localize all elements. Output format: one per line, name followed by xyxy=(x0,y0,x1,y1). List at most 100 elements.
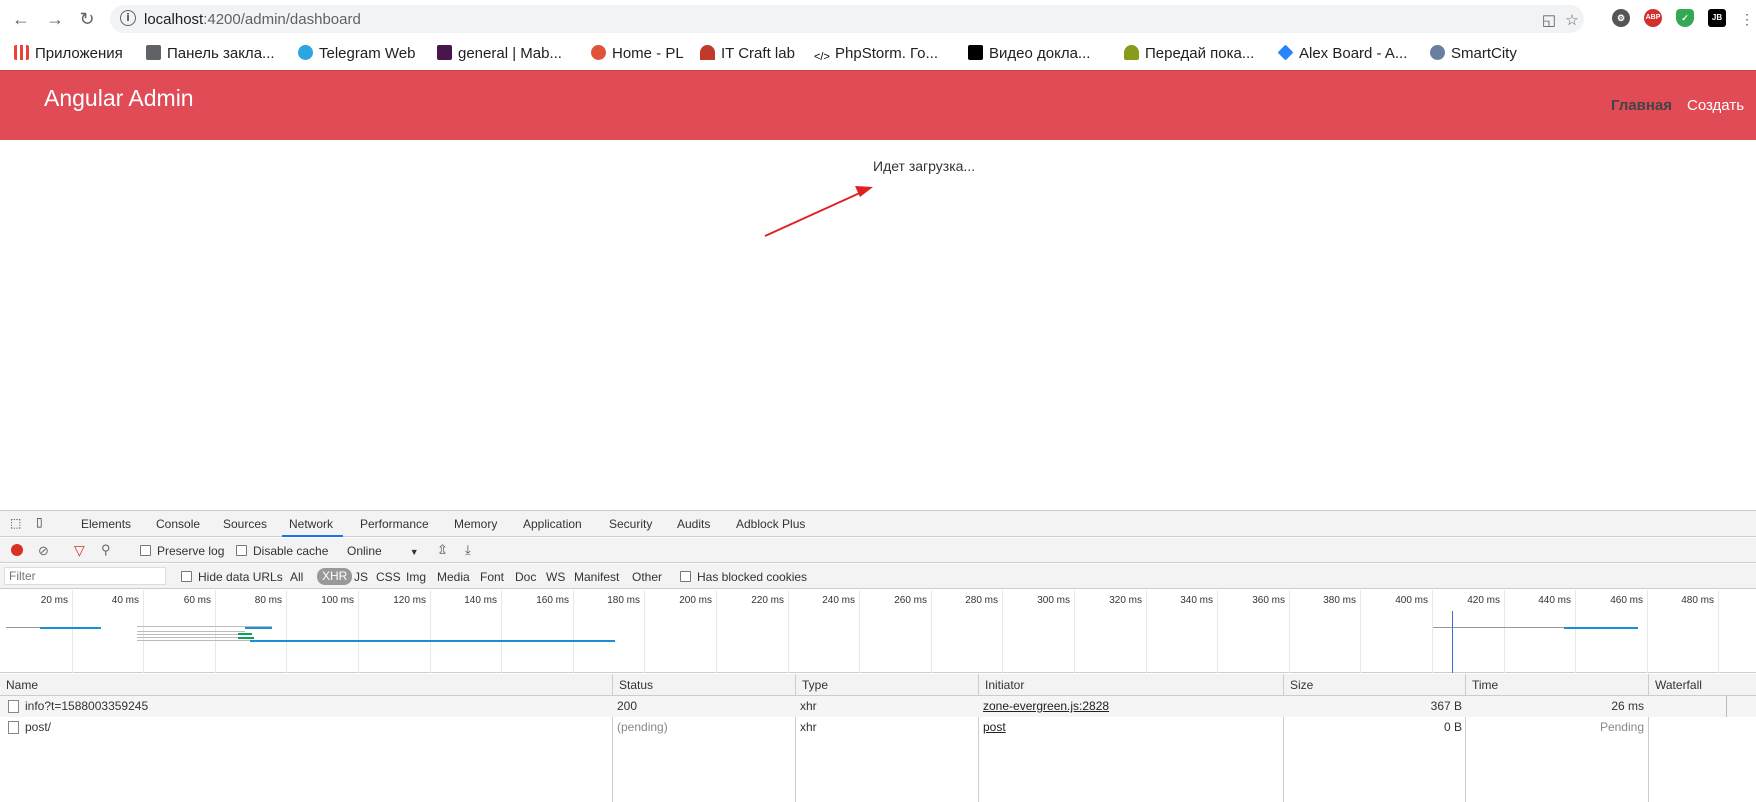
filter-type-xhr[interactable]: XHR xyxy=(317,568,353,585)
import-har-icon[interactable]: ⇫ xyxy=(437,542,448,558)
inspect-element-icon[interactable]: ⬚ xyxy=(10,516,21,530)
column-header-type[interactable]: Type xyxy=(796,674,979,696)
checkbox-box[interactable] xyxy=(140,545,151,556)
address-bar[interactable]: i localhost:4200/admin/dashboard ◱ ☆ xyxy=(110,5,1584,33)
network-requests-table: Name Status Type Initiator Size Time Wat… xyxy=(0,674,1756,802)
timeline-tick-label: 20 ms xyxy=(40,595,68,606)
filter-type-img[interactable]: Img xyxy=(406,570,426,584)
bookmark-alexboard[interactable]: Alex Board - A... xyxy=(1277,44,1407,64)
forward-icon[interactable]: → xyxy=(44,8,66,30)
column-divider[interactable] xyxy=(1465,674,1466,802)
disable-cache-checkbox[interactable]: Disable cache xyxy=(236,544,328,558)
filter-type-font[interactable]: Font xyxy=(480,570,504,584)
request-name[interactable]: info?t=1588003359245 xyxy=(25,699,148,713)
device-toggle-icon[interactable]: ▯ xyxy=(36,515,43,529)
tab-application[interactable]: Application xyxy=(523,517,582,531)
bookmark-general[interactable]: general | Mab... xyxy=(437,44,562,64)
table-row[interactable]: info?t=1588003359245 200 xhr zone-evergr… xyxy=(0,696,1756,717)
request-name[interactable]: post/ xyxy=(25,720,51,734)
filter-type-doc[interactable]: Doc xyxy=(515,570,536,584)
tab-console[interactable]: Console xyxy=(156,517,200,531)
nav-home-link[interactable]: Главная xyxy=(1611,97,1672,114)
app-title[interactable]: Angular Admin xyxy=(44,85,194,112)
preserve-log-label: Preserve log xyxy=(157,544,225,558)
timeline-gridline xyxy=(644,590,645,673)
filter-type-js[interactable]: JS xyxy=(354,570,368,584)
column-divider[interactable] xyxy=(612,674,613,802)
timeline-tick-label: 380 ms xyxy=(1323,595,1356,606)
site-info-icon[interactable]: i xyxy=(120,10,136,26)
tab-audits[interactable]: Audits xyxy=(677,517,710,531)
bookmark-folder[interactable]: Панель закла... xyxy=(146,44,275,64)
request-time: Pending xyxy=(1599,720,1644,734)
bookmark-apps[interactable]: Приложения xyxy=(14,44,123,64)
filter-input[interactable] xyxy=(4,567,166,585)
checkbox-box[interactable] xyxy=(236,545,247,556)
filter-type-all[interactable]: All xyxy=(290,570,303,584)
pl-icon xyxy=(591,45,606,60)
star-icon[interactable]: ☆ xyxy=(1563,11,1581,29)
column-divider[interactable] xyxy=(1648,674,1649,802)
column-header-waterfall[interactable]: Waterfall xyxy=(1649,674,1756,696)
hide-data-urls-checkbox[interactable]: Hide data URLs xyxy=(181,570,283,584)
filter-type-css[interactable]: CSS xyxy=(376,570,401,584)
tab-elements[interactable]: Elements xyxy=(81,517,131,531)
filter-icon[interactable]: ▽ xyxy=(74,542,85,559)
waterfall-marker xyxy=(1726,696,1727,717)
bookmark-smartcity[interactable]: SmartCity xyxy=(1430,44,1517,64)
bookmark-phpstorm[interactable]: </> PhpStorm. Го... xyxy=(814,44,938,64)
filter-type-ws[interactable]: WS xyxy=(546,570,565,584)
tab-sources[interactable]: Sources xyxy=(223,517,267,531)
request-status: 200 xyxy=(617,699,638,713)
tab-adblock-plus[interactable]: Adblock Plus xyxy=(736,517,805,531)
filter-type-media[interactable]: Media xyxy=(437,570,470,584)
column-header-size[interactable]: Size xyxy=(1284,674,1466,696)
table-row[interactable]: post/ (pending) xhr post 0 B Pending xyxy=(0,717,1756,738)
tab-performance[interactable]: Performance xyxy=(360,517,429,531)
column-header-name[interactable]: Name xyxy=(0,674,613,696)
network-toolbar: ⊘ ▽ ⚲ Preserve log Disable cache Online ▼… xyxy=(0,538,1756,563)
reload-icon[interactable]: ↻ xyxy=(76,8,98,30)
filter-type-manifest[interactable]: Manifest xyxy=(574,570,619,584)
bookmark-peredai[interactable]: Передай пока... xyxy=(1124,44,1254,64)
menu-icon[interactable]: ⋮ xyxy=(1736,8,1756,30)
blocked-cookies-checkbox[interactable]: Has blocked cookies xyxy=(680,570,807,584)
column-divider[interactable] xyxy=(795,674,796,802)
loading-text: Идет загрузка... xyxy=(873,158,976,174)
abp-icon[interactable]: ABP xyxy=(1644,9,1662,27)
settings-ext-icon[interactable]: ⚙ xyxy=(1612,9,1630,27)
column-divider[interactable] xyxy=(1283,674,1284,802)
timeline-gridline xyxy=(1647,590,1648,673)
checkbox-box[interactable] xyxy=(181,571,192,582)
bookmark-telegram[interactable]: Telegram Web xyxy=(298,44,415,64)
url-text[interactable]: localhost:4200/admin/dashboard xyxy=(144,11,361,28)
column-divider[interactable] xyxy=(978,674,979,802)
shield-ext-icon[interactable]: ✓ xyxy=(1676,9,1694,27)
clear-icon[interactable]: ⊘ xyxy=(38,543,49,559)
tab-network[interactable]: Network xyxy=(289,517,333,531)
export-har-icon[interactable]: ⤓ xyxy=(465,542,471,558)
column-header-status[interactable]: Status xyxy=(613,674,796,696)
request-initiator[interactable]: zone-evergreen.js:2828 xyxy=(983,699,1109,713)
timeline-gridline xyxy=(72,590,73,673)
record-icon[interactable] xyxy=(11,544,23,556)
filter-type-other[interactable]: Other xyxy=(632,570,662,584)
timeline-gridline xyxy=(1074,590,1075,673)
column-header-time[interactable]: Time xyxy=(1466,674,1649,696)
jb-icon[interactable]: JB xyxy=(1708,9,1726,27)
checkbox-box[interactable] xyxy=(680,571,691,582)
bookmark-home-pl[interactable]: Home - PL xyxy=(591,44,684,64)
request-initiator[interactable]: post xyxy=(983,720,1006,734)
preserve-log-checkbox[interactable]: Preserve log xyxy=(140,544,224,558)
search-icon[interactable]: ⚲ xyxy=(101,542,111,558)
network-overview-timeline[interactable]: 20 ms 40 ms 60 ms 80 ms 100 ms 120 ms 140 ms 16… xyxy=(0,590,1756,673)
column-header-initiator[interactable]: Initiator xyxy=(979,674,1284,696)
translate-icon[interactable]: ◱ xyxy=(1540,11,1558,29)
bookmark-itcraft[interactable]: IT Craft lab xyxy=(700,44,795,64)
tab-memory[interactable]: Memory xyxy=(454,517,497,531)
back-icon[interactable]: ← xyxy=(10,8,32,30)
throttling-select[interactable]: Online ▼ xyxy=(347,544,419,558)
tab-security[interactable]: Security xyxy=(609,517,652,531)
bookmark-dou[interactable]: Видео доклa... xyxy=(968,44,1090,64)
nav-create-link[interactable]: Создать xyxy=(1687,97,1744,114)
